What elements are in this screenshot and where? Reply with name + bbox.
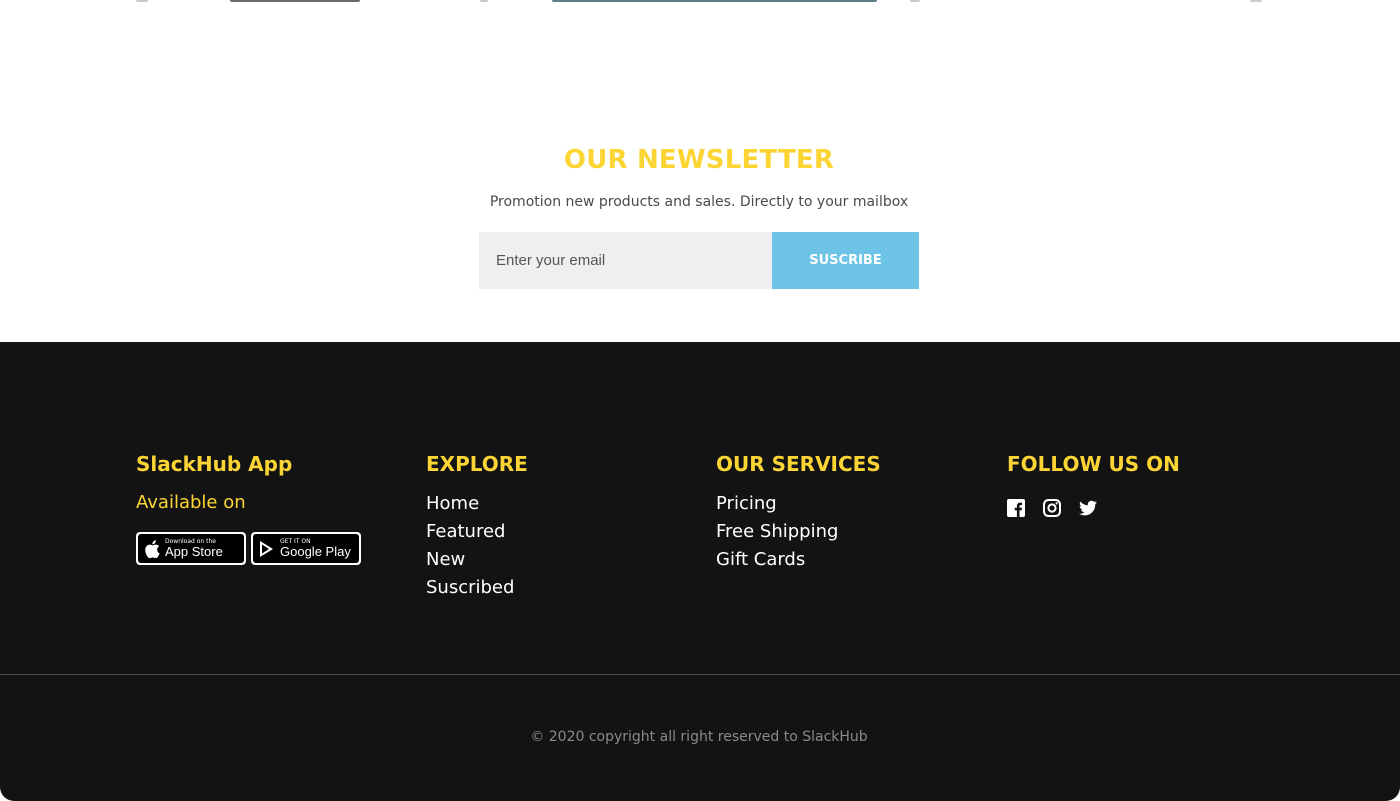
newsletter-title: OUR NEWSLETTER (563, 145, 835, 175)
app-title: SlackHub App (136, 452, 293, 476)
follow-title: FOLLOW US ON (1007, 452, 1180, 476)
app-store-big-text: App Store (165, 544, 223, 559)
twitter-icon[interactable] (1079, 498, 1097, 516)
footer-explore-column: EXPLORE Home Featured New Suscribed (426, 452, 528, 602)
subscribe-button[interactable]: SUSCRIBE (772, 232, 919, 289)
previous-section-edge (0, 0, 1400, 3)
services-links: Pricing Free Shipping Gift Cards (716, 490, 881, 574)
explore-link-suscribed[interactable]: Suscribed (426, 574, 528, 602)
explore-title: EXPLORE (426, 452, 528, 476)
footer-follow-column: FOLLOW US ON (1007, 452, 1180, 517)
explore-link-new[interactable]: New (426, 546, 528, 574)
play-icon (260, 540, 273, 557)
footer-divider (0, 674, 1400, 675)
google-play-big-text: Google Play (280, 544, 351, 559)
facebook-icon[interactable] (1007, 498, 1025, 517)
footer-services-column: OUR SERVICES Pricing Free Shipping Gift … (716, 452, 881, 574)
footer: SlackHub App Available on Download on th… (0, 342, 1400, 801)
page: OUR NEWSLETTER Promotion new products an… (0, 0, 1400, 801)
newsletter-form: SUSCRIBE (479, 232, 919, 289)
explore-link-featured[interactable]: Featured (426, 518, 528, 546)
explore-links: Home Featured New Suscribed (426, 490, 528, 602)
store-badges: Download on the App Store GET IT ON Goog… (136, 532, 361, 565)
services-link-pricing[interactable]: Pricing (716, 490, 881, 518)
explore-link-home[interactable]: Home (426, 490, 528, 518)
available-on-label: Available on (136, 492, 246, 513)
services-title: OUR SERVICES (716, 452, 881, 476)
copyright-text: © 2020 copyright all right reserved to S… (530, 729, 868, 745)
footer-app-column: SlackHub App Available on Download on th… (136, 452, 361, 565)
apple-icon (145, 539, 160, 558)
google-play-badge[interactable]: GET IT ON Google Play (251, 532, 361, 565)
instagram-icon[interactable] (1043, 498, 1061, 517)
newsletter-subtitle: Promotion new products and sales. Direct… (489, 194, 909, 210)
app-store-badge[interactable]: Download on the App Store (136, 532, 246, 565)
newsletter-section: OUR NEWSLETTER Promotion new products an… (0, 0, 1400, 342)
social-links (1007, 498, 1180, 517)
services-link-gift-cards[interactable]: Gift Cards (716, 546, 881, 574)
services-link-free-shipping[interactable]: Free Shipping (716, 518, 881, 546)
email-input[interactable] (479, 232, 772, 289)
